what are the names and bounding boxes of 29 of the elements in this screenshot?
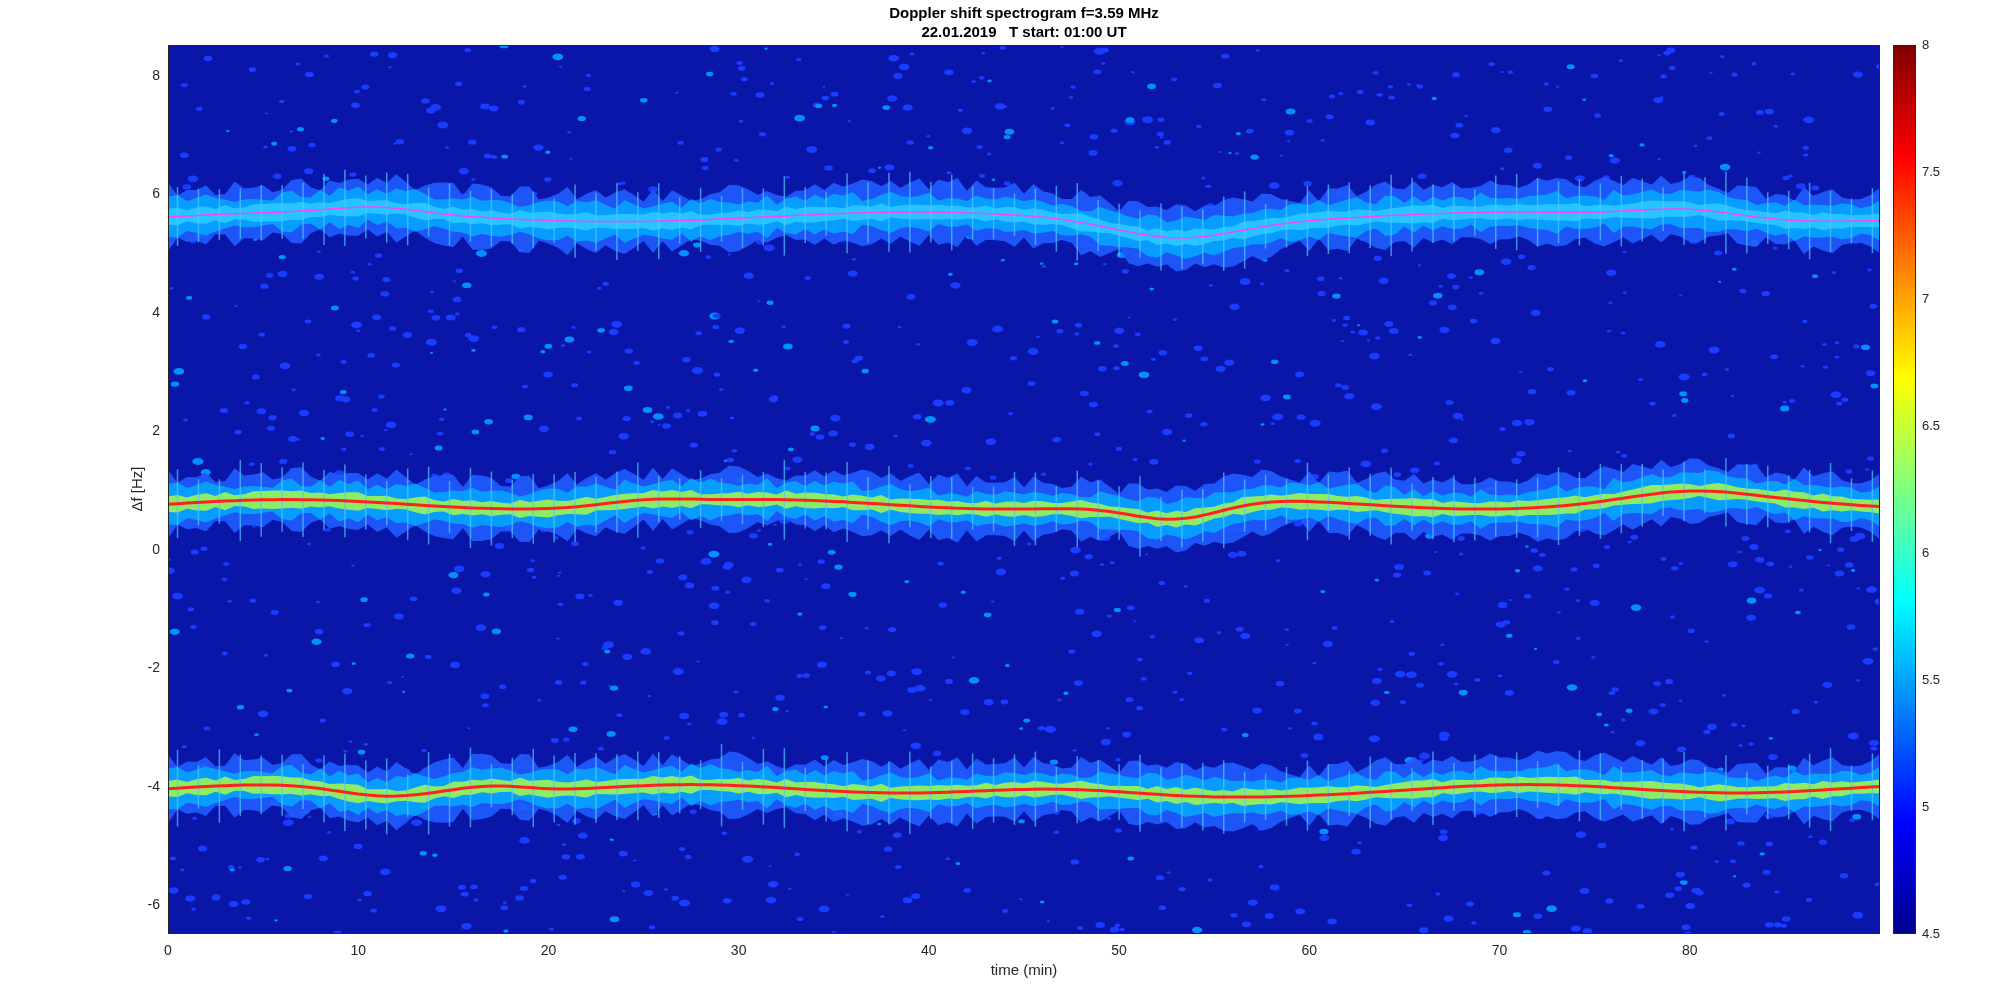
- colorbar-tick-label: 5: [1922, 799, 1930, 815]
- x-tick-label: 10: [350, 942, 366, 958]
- x-tick-label: 20: [540, 942, 557, 958]
- y-tick-label: 8: [152, 66, 160, 83]
- y-tick-label: 6: [152, 185, 160, 202]
- y-tick-label: 2: [152, 422, 160, 439]
- colorbar-tick-label: 4.5: [1922, 926, 1941, 942]
- x-tick-label: 70: [1491, 942, 1508, 958]
- y-tick-label: -2: [147, 659, 160, 676]
- x-tick-label: 60: [1301, 942, 1318, 958]
- colorbar-tick-label: 6.5: [1922, 418, 1941, 434]
- y-tick-label: -4: [147, 777, 160, 794]
- x-axis-label: time (min): [990, 961, 1058, 978]
- colorbar-tick-label: 7: [1922, 291, 1930, 307]
- chart-title: Doppler shift spectrogram f=3.59 MHz: [889, 3, 1159, 22]
- y-tick-label: -6: [147, 896, 160, 913]
- x-tick-label: 80: [1682, 942, 1698, 958]
- y-tick-label: 4: [152, 303, 160, 320]
- x-tick-label: 50: [1111, 942, 1127, 958]
- y-tick-label: 0: [152, 540, 160, 557]
- x-tick-label: 0: [164, 942, 172, 958]
- colorbar-tick-label: 5.5: [1922, 672, 1941, 688]
- chart-title: 22.01.2019 T start: 01:00 UT: [921, 22, 1127, 41]
- colorbar-tick-label: 8: [1922, 37, 1930, 53]
- colorbar-tick-label: 6: [1922, 545, 1930, 561]
- y-axis-label: Δf [Hz]: [127, 466, 145, 512]
- x-tick-label: 30: [730, 942, 747, 958]
- colorbar-tick-label: 7.5: [1922, 164, 1941, 180]
- x-tick-label: 40: [921, 942, 937, 958]
